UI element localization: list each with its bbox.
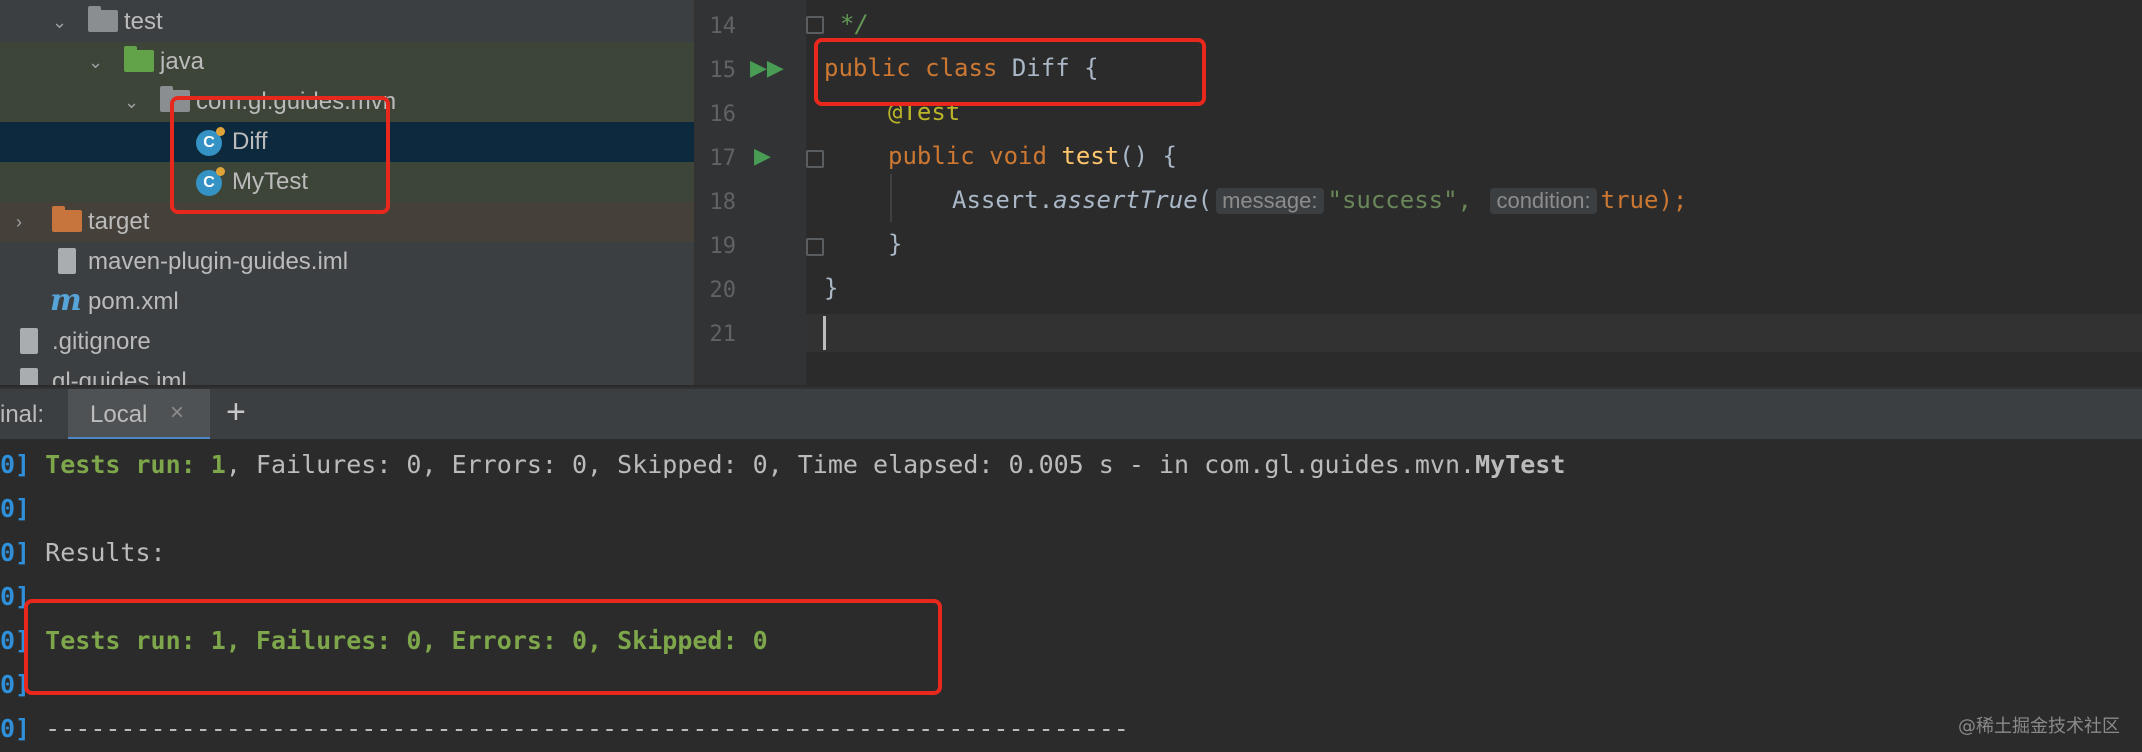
line-number: 20 (709, 278, 737, 303)
code-line-19: } (888, 230, 903, 258)
tab-local[interactable]: Local × (68, 389, 210, 441)
param-hint: condition: (1490, 188, 1597, 214)
terminal-line: 0] -------------------------------------… (0, 714, 1129, 743)
tree-item-gl-iml[interactable]: gl-guides.iml (0, 362, 694, 385)
chevron-down-icon[interactable]: ⌄ (52, 2, 67, 42)
tree-item-label: gl-guides.iml (52, 368, 187, 385)
watermark: @稀土掘金技术社区 (1958, 716, 2120, 737)
chevron-down-icon[interactable]: ⌄ (88, 42, 103, 82)
tree-item-test[interactable]: ⌄ test (0, 2, 694, 42)
gitignore-file-icon (20, 328, 38, 354)
fold-icon[interactable] (806, 16, 824, 34)
text-caret (823, 316, 826, 350)
test-source-folder-icon (124, 46, 154, 72)
tree-item-pom[interactable]: m pom.xml (0, 282, 694, 322)
terminal-line: 0] (0, 494, 31, 523)
tree-item-label: target (88, 208, 150, 235)
tree-item-gitignore[interactable]: .gitignore (0, 322, 694, 362)
code-line-18: Assert.assertTrue(message: "success", con… (952, 186, 1688, 214)
tree-item-label: pom.xml (88, 288, 179, 315)
code-line-14: */ (840, 10, 869, 38)
run-all-tests-icon[interactable]: ▶▶ (750, 56, 784, 81)
code-editor[interactable]: 14 15 16 17 18 19 20 21 ▶▶ ▶ */ public c… (696, 0, 2142, 385)
close-icon[interactable]: × (170, 399, 184, 427)
highlight-box (24, 599, 942, 695)
terminal-line: 0] Tests run: 1, Failures: 0, Errors: 0,… (0, 450, 1566, 479)
terminal-label: inal: (0, 401, 45, 428)
terminal-tab-bar: inal: Local × + (0, 387, 2142, 441)
terminal-line: 0] Results: (0, 538, 166, 567)
line-number: 14 (709, 14, 737, 39)
current-line-highlight (806, 314, 2142, 352)
code-line-20: } (824, 274, 839, 302)
tree-item-label: maven-plugin-guides.iml (88, 248, 349, 275)
add-tab-icon[interactable]: + (226, 393, 246, 432)
fold-icon[interactable] (806, 238, 824, 256)
tree-item-label: java (160, 48, 205, 75)
tree-item-label: test (124, 8, 163, 35)
tree-item-iml[interactable]: maven-plugin-guides.iml (0, 242, 694, 282)
maven-icon: m (50, 283, 82, 318)
line-number: 17 (709, 146, 737, 171)
excluded-folder-icon (52, 206, 82, 232)
line-number: 19 (709, 234, 737, 259)
line-number: 15 (709, 58, 737, 83)
terminal-output[interactable]: 0] Tests run: 1, Failures: 0, Errors: 0,… (0, 439, 2142, 752)
line-number: 18 (709, 190, 737, 215)
chevron-right-icon[interactable]: › (16, 202, 22, 242)
run-test-icon[interactable]: ▶ (754, 144, 771, 169)
line-number: 21 (709, 322, 737, 347)
tree-item-java[interactable]: ⌄ java (0, 42, 694, 82)
highlight-box (170, 96, 390, 214)
fold-icon[interactable] (806, 150, 824, 168)
indent-guide (890, 174, 892, 222)
iml-file-icon (58, 248, 76, 274)
project-tree: ⌄ test ⌄ java ⌄ com.gl.guides.mvn C Diff… (0, 0, 696, 385)
folder-icon (88, 6, 118, 32)
chevron-down-icon[interactable]: ⌄ (124, 82, 139, 122)
tree-item-label: .gitignore (52, 328, 151, 355)
highlight-box (814, 38, 1206, 106)
param-hint: message: (1216, 188, 1324, 214)
iml-file-icon (20, 368, 38, 385)
code-line-17: public void test() { (888, 142, 1177, 170)
line-number: 16 (709, 102, 737, 127)
tab-label: Local (90, 401, 148, 428)
